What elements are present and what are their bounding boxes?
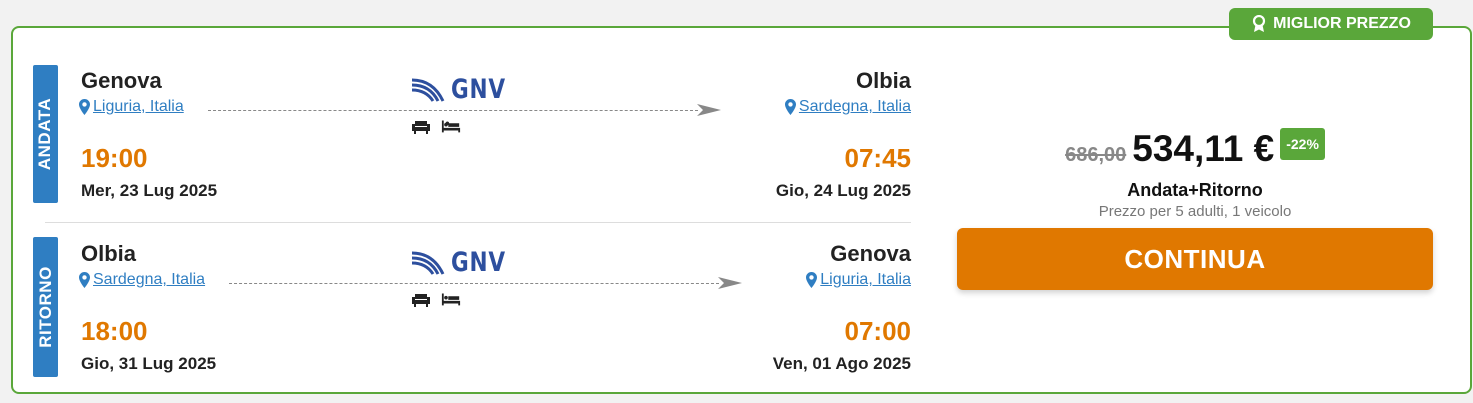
price-panel: 686,00 534,11 € -22% Andata+Ritorno Prez… [957, 28, 1433, 394]
arrival-region-link[interactable]: Liguria, Italia [806, 271, 911, 289]
discount-badge: -22% [1280, 128, 1325, 160]
arrival-region-link[interactable]: Sardegna, Italia [784, 98, 911, 116]
return-leg: RITORNO Olbia Sardegna, Italia 18:00 Gio… [13, 224, 923, 394]
old-price: 686,00 [1065, 144, 1127, 166]
arrival-city: Genova [830, 241, 911, 266]
map-pin-icon [79, 272, 90, 288]
departure-region-link[interactable]: Liguria, Italia [79, 98, 184, 116]
trip-type: Andata+Ritorno [1127, 180, 1263, 200]
route-line [208, 110, 698, 111]
wave-logo-icon [411, 251, 445, 275]
departure-date: Gio, 31 Lug 2025 [81, 354, 217, 373]
departure-city: Olbia [81, 241, 137, 266]
armchair-icon [412, 121, 430, 134]
route-arrow-icon [718, 277, 742, 289]
passenger-info: Prezzo per 5 adulti, 1 veicolo [1098, 203, 1292, 220]
arrival-city: Olbia [855, 68, 911, 93]
route-line [229, 283, 719, 284]
map-pin-icon [79, 99, 90, 115]
arrival-time: 07:45 [844, 143, 912, 173]
map-pin-icon [806, 272, 818, 288]
price-row: 686,00 534,11 € -22% [957, 128, 1433, 172]
best-price-label: MIGLIOR PREZZO [1273, 15, 1411, 32]
leg-tag-outbound: ANDATA [33, 65, 58, 203]
map-pin-icon [784, 99, 796, 115]
leg-tag-return: RITORNO [33, 237, 58, 377]
continue-button[interactable]: CONTINUA [957, 228, 1433, 290]
bed-icon [441, 293, 461, 306]
bed-icon [441, 120, 461, 133]
award-ribbon-icon [1253, 15, 1266, 32]
wave-logo-icon [411, 78, 445, 102]
operator-logo: GNV [411, 247, 520, 278]
departure-time: 19:00 [81, 143, 148, 173]
outbound-leg: ANDATA Genova Liguria, Italia 19:00 Mer,… [13, 28, 923, 222]
departure-region-link[interactable]: Sardegna, Italia [79, 271, 205, 289]
amenities [411, 291, 461, 307]
departure-city: Genova [81, 68, 162, 93]
departure-date: Mer, 23 Lug 2025 [81, 181, 218, 200]
operator-logo: GNV [411, 74, 520, 105]
arrival-date: Ven, 01 Ago 2025 [772, 354, 911, 373]
amenities [411, 118, 461, 134]
route-arrow-icon [697, 104, 721, 116]
trip-result-card: ANDATA Genova Liguria, Italia 19:00 Mer,… [11, 26, 1472, 394]
current-price: 534,11 € [1132, 128, 1275, 169]
armchair-icon [412, 294, 430, 307]
leg-divider [45, 222, 911, 223]
arrival-time: 07:00 [844, 316, 912, 346]
best-price-badge: MIGLIOR PREZZO [1229, 8, 1433, 40]
departure-time: 18:00 [81, 316, 148, 346]
arrival-date: Gio, 24 Lug 2025 [775, 181, 911, 200]
